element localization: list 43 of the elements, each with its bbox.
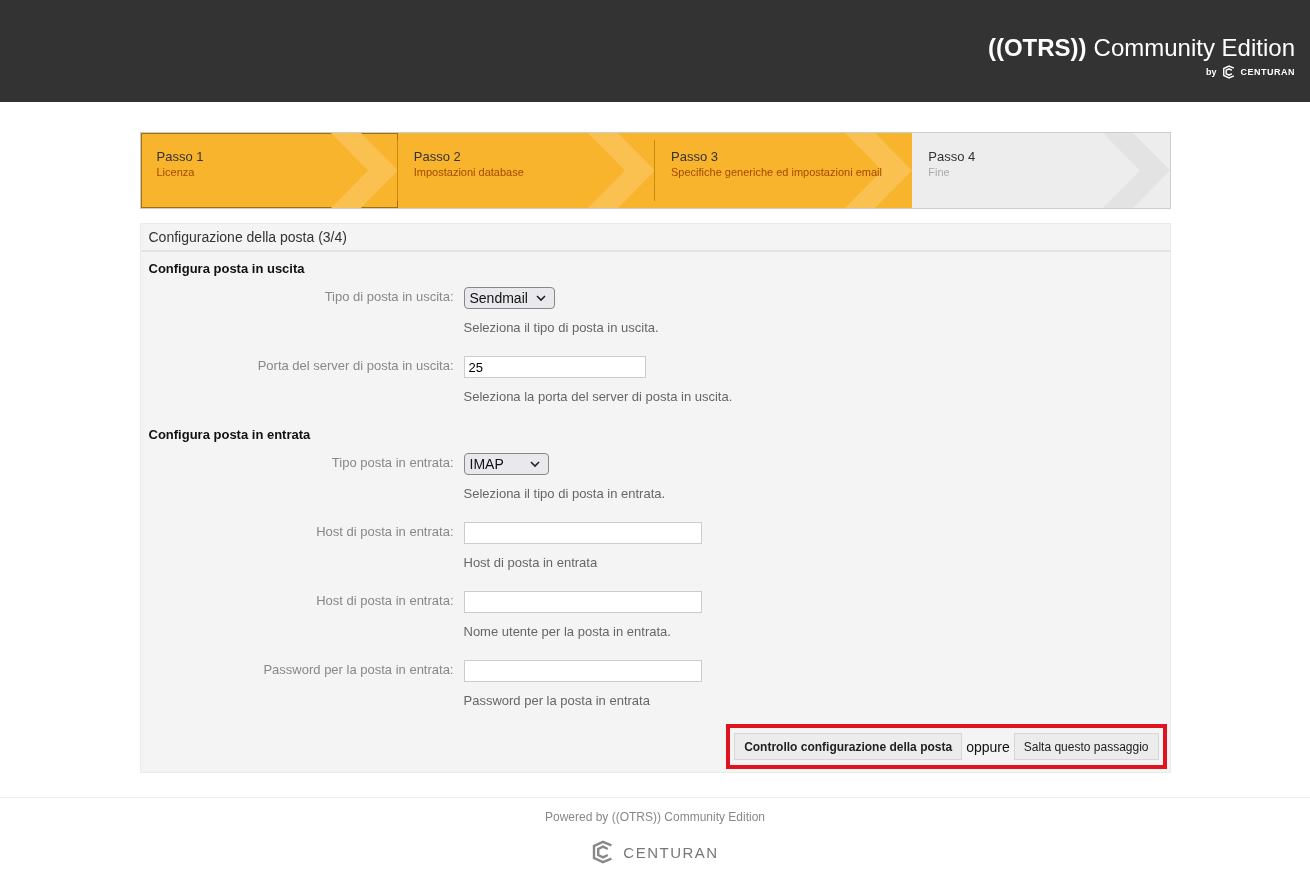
- section-heading: Configura posta in entrata: [147, 426, 312, 442]
- step-title: Passo 4: [928, 149, 977, 164]
- step-title: Passo 1: [156, 149, 205, 164]
- skip-step-button[interactable]: Salta questo passaggio: [1013, 733, 1159, 760]
- field-hint: Seleziona il tipo di posta in entrata.: [463, 485, 667, 503]
- input-field[interactable]: [463, 591, 702, 613]
- input-field[interactable]: [463, 522, 702, 544]
- field-hint: Host di posta in entrata: [463, 554, 599, 572]
- password-field[interactable]: [463, 660, 702, 682]
- field-label: Porta del server di posta in uscita:: [256, 357, 454, 375]
- powered-by-text: Powered by ((OTRS)) Community Edition: [543, 810, 767, 824]
- step-subtitle: Fine: [928, 166, 951, 178]
- dropdown[interactable]: IMAP: [463, 453, 549, 475]
- company-logo-icon: [1221, 65, 1236, 79]
- by-label: by: [1206, 67, 1217, 77]
- field-label: Tipo posta in entrata:: [330, 454, 454, 472]
- field-hint: Nome utente per la posta in entrata.: [463, 623, 672, 641]
- field-label: Host di posta in entrata:: [315, 523, 454, 541]
- field-label: Host di posta in entrata:: [315, 592, 454, 610]
- or-label: oppure: [966, 738, 1010, 755]
- caret-icon: [535, 294, 546, 302]
- field-hint: Seleziona il tipo di posta in uscita.: [463, 319, 660, 337]
- input-field[interactable]: 25: [463, 356, 646, 378]
- field-hint: Seleziona la porta del server di posta in uscita.: [463, 388, 734, 406]
- section-heading: Configura posta in uscita: [147, 260, 306, 276]
- check-configuration-button[interactable]: Controllo configurazione della posta: [734, 733, 963, 760]
- brand-name: ((OTRS)): [987, 34, 1087, 62]
- company-name: CENTURAN: [623, 843, 719, 861]
- dropdown[interactable]: Sendmail: [463, 287, 555, 309]
- panel-title: Configurazione della posta (3/4): [140, 224, 1170, 252]
- caret-icon: [529, 460, 540, 468]
- step-title: Passo 3: [671, 149, 719, 164]
- field-hint: Password per la posta in entrata: [463, 692, 651, 710]
- field-label: Tipo di posta in uscita:: [323, 288, 454, 306]
- step-subtitle: Impostazioni database: [413, 166, 525, 178]
- step-subtitle: Specifiche generiche ed impostazioni email: [671, 166, 883, 178]
- chevron-icon: [587, 133, 655, 208]
- product-name: Community Edition: [1093, 34, 1295, 62]
- field-label: Password per la posta in entrata:: [262, 661, 454, 679]
- step-title: Passo 2: [413, 149, 462, 164]
- chevron-icon: [329, 133, 398, 208]
- step-subtitle: Licenza: [156, 166, 196, 178]
- company-name: CENTURAN: [1240, 67, 1295, 77]
